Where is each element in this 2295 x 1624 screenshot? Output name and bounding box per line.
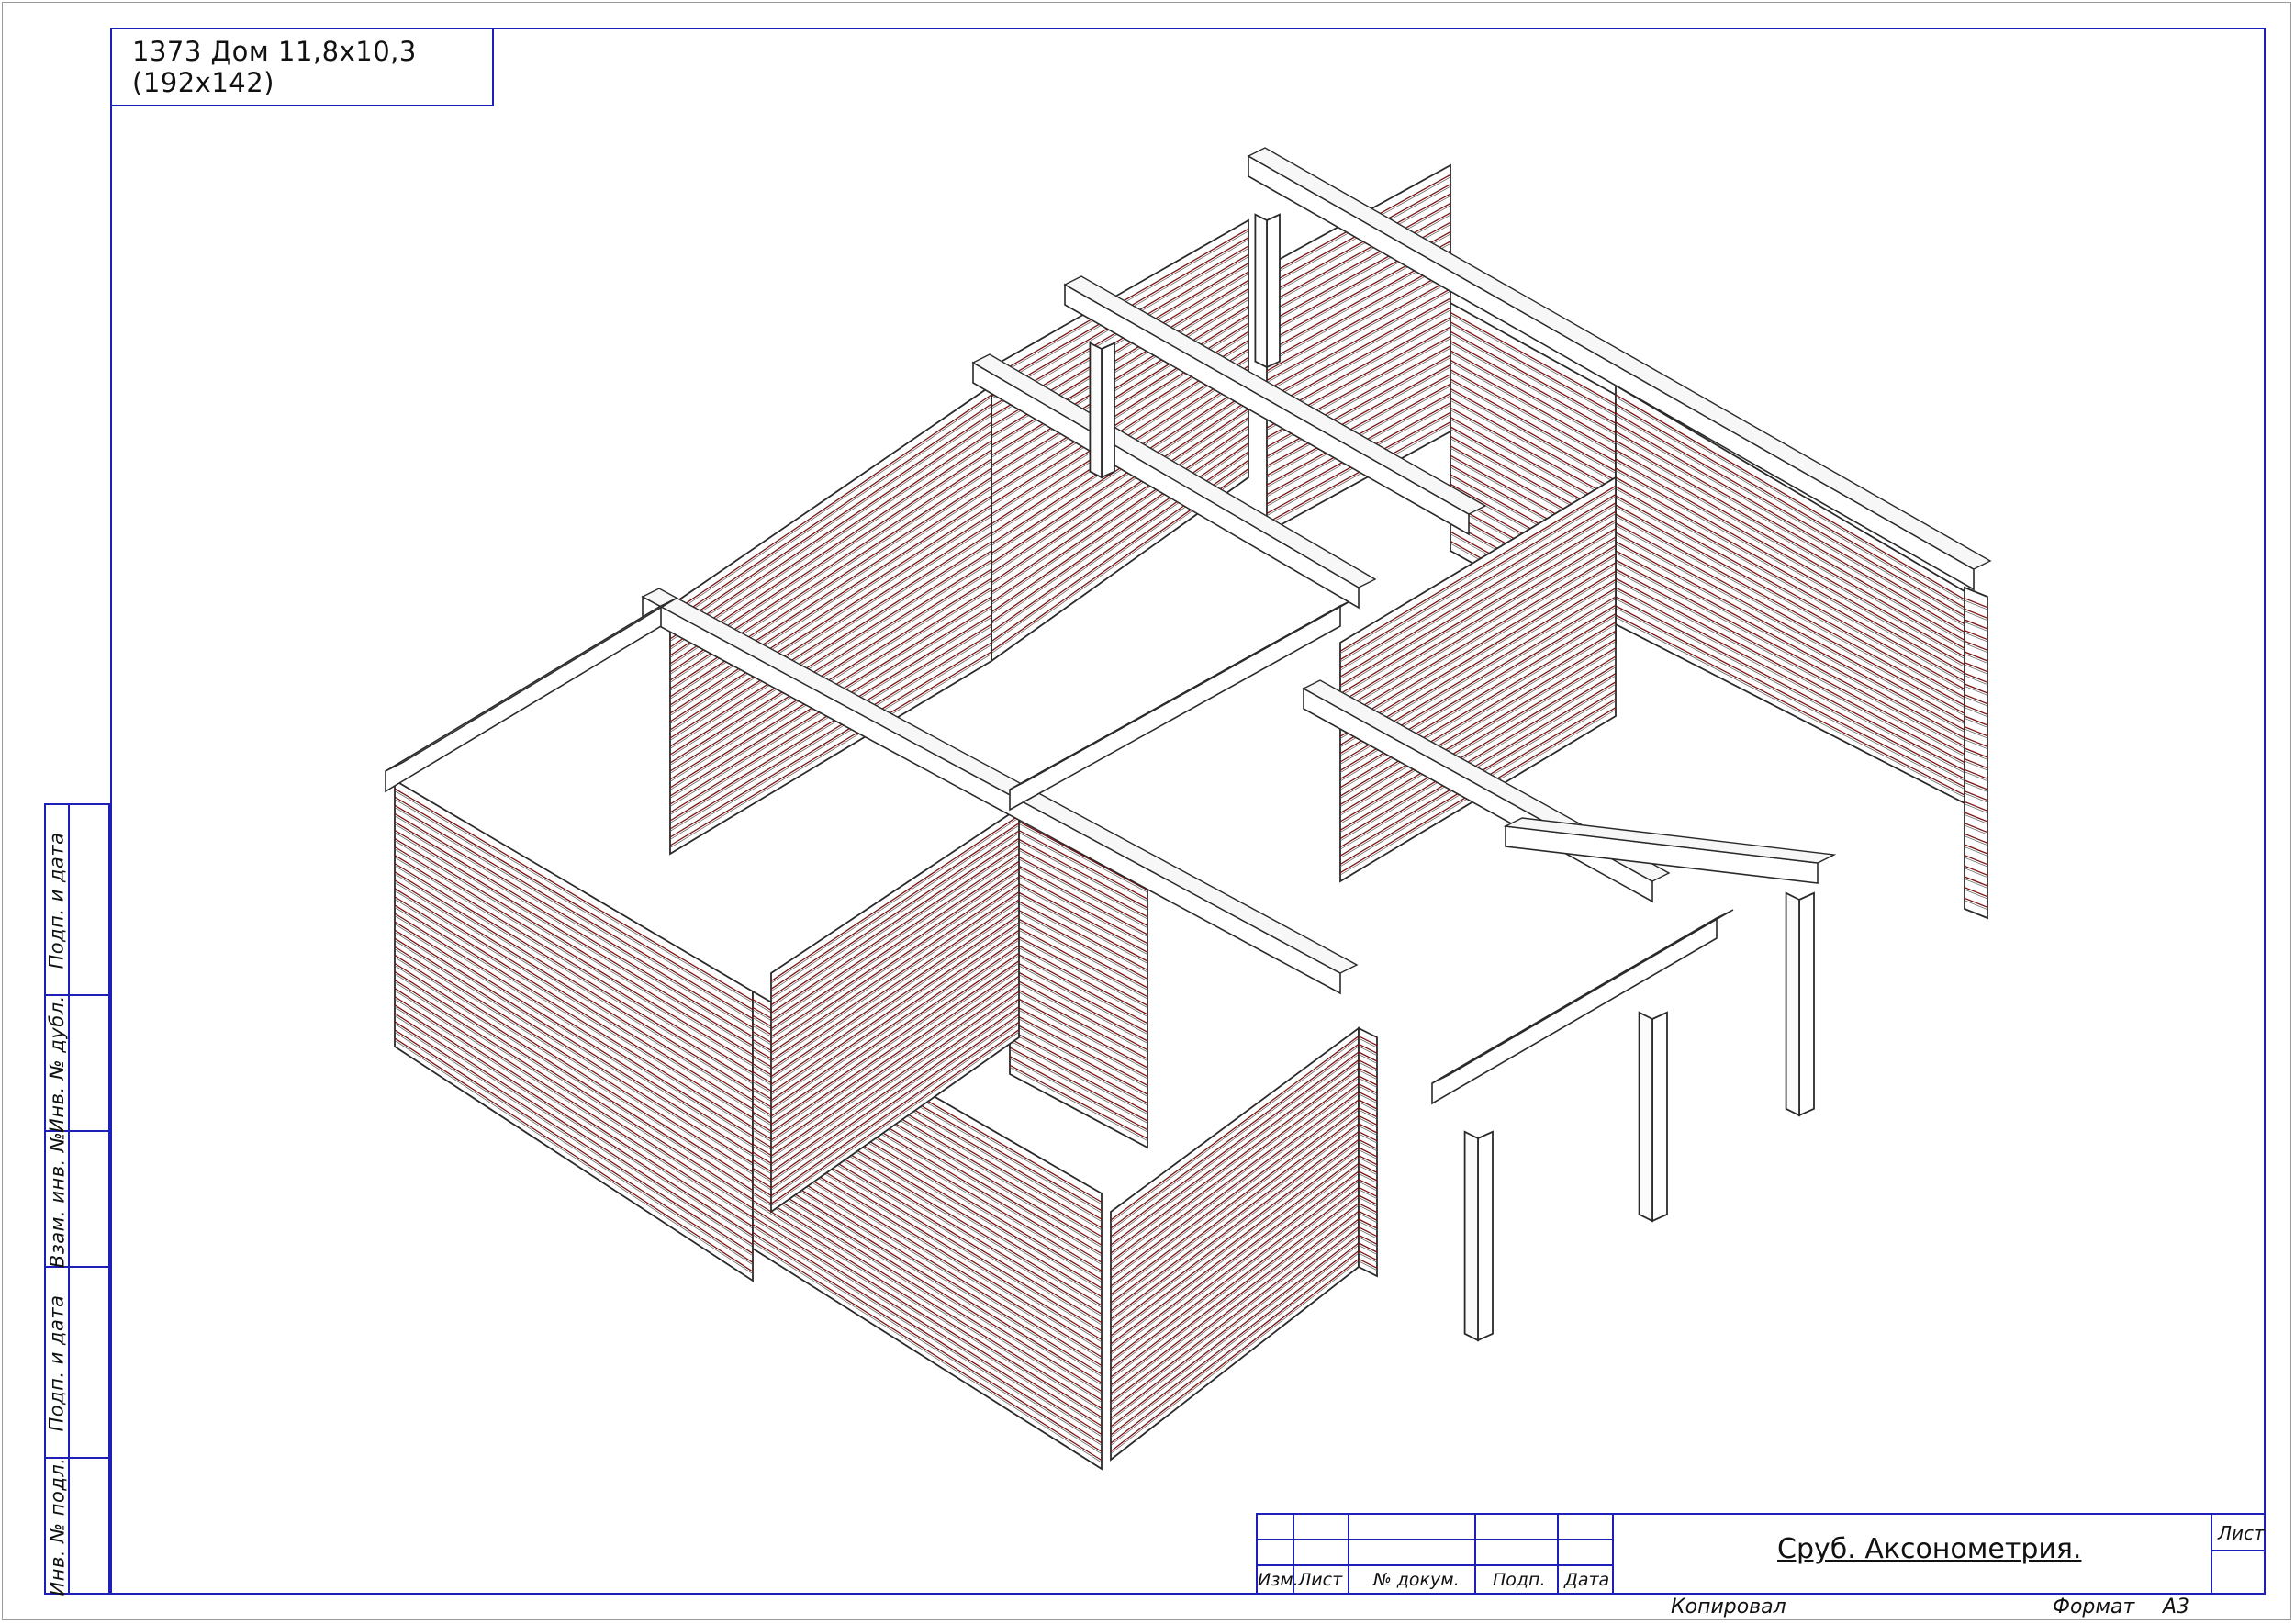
side-label: Подп. и дата [46,1294,68,1432]
footer-format-value: А3 [2163,1596,2190,1618]
side-label: Инв. № подл. [46,1457,69,1596]
drawing-title: 1373 Дом 11,8x10,3 (192x142) [132,36,417,98]
stamp-col-list: Лист [1298,1570,1343,1590]
stamp-col-izm: Изм. [1258,1570,1299,1590]
stamp-col-doc: № докум. [1373,1570,1460,1590]
stamp-col-sign: Подп. [1493,1570,1546,1590]
footer-copied: Копировал [1671,1596,1786,1618]
drawing-frame [110,28,2266,1595]
stamp-sheet-label: Лист [2218,1522,2265,1544]
stamp-drawing-title: Сруб. Аксонометрия. [1777,1533,2082,1565]
stamp-col-date: Дата [1564,1570,1610,1590]
drawing-title-tag: 1373 Дом 11,8x10,3 (192x142) [110,28,494,106]
side-label: Инв. № дубл. [46,995,68,1133]
title-block: Изм. Лист № докум. Подп. Дата Сруб. Аксо… [1256,1513,2266,1595]
side-stamp-strip: Подп. и дата Инв. № дубл. Взам. инв. № П… [44,803,110,1596]
side-label: Подп. и дата [46,832,68,969]
footer-format-label: Формат [2053,1596,2135,1618]
side-label: Взам. инв. № [46,1131,68,1269]
drawing-sheet: 1373 Дом 11,8x10,3 (192x142) Подп. и дат… [0,0,2295,1624]
